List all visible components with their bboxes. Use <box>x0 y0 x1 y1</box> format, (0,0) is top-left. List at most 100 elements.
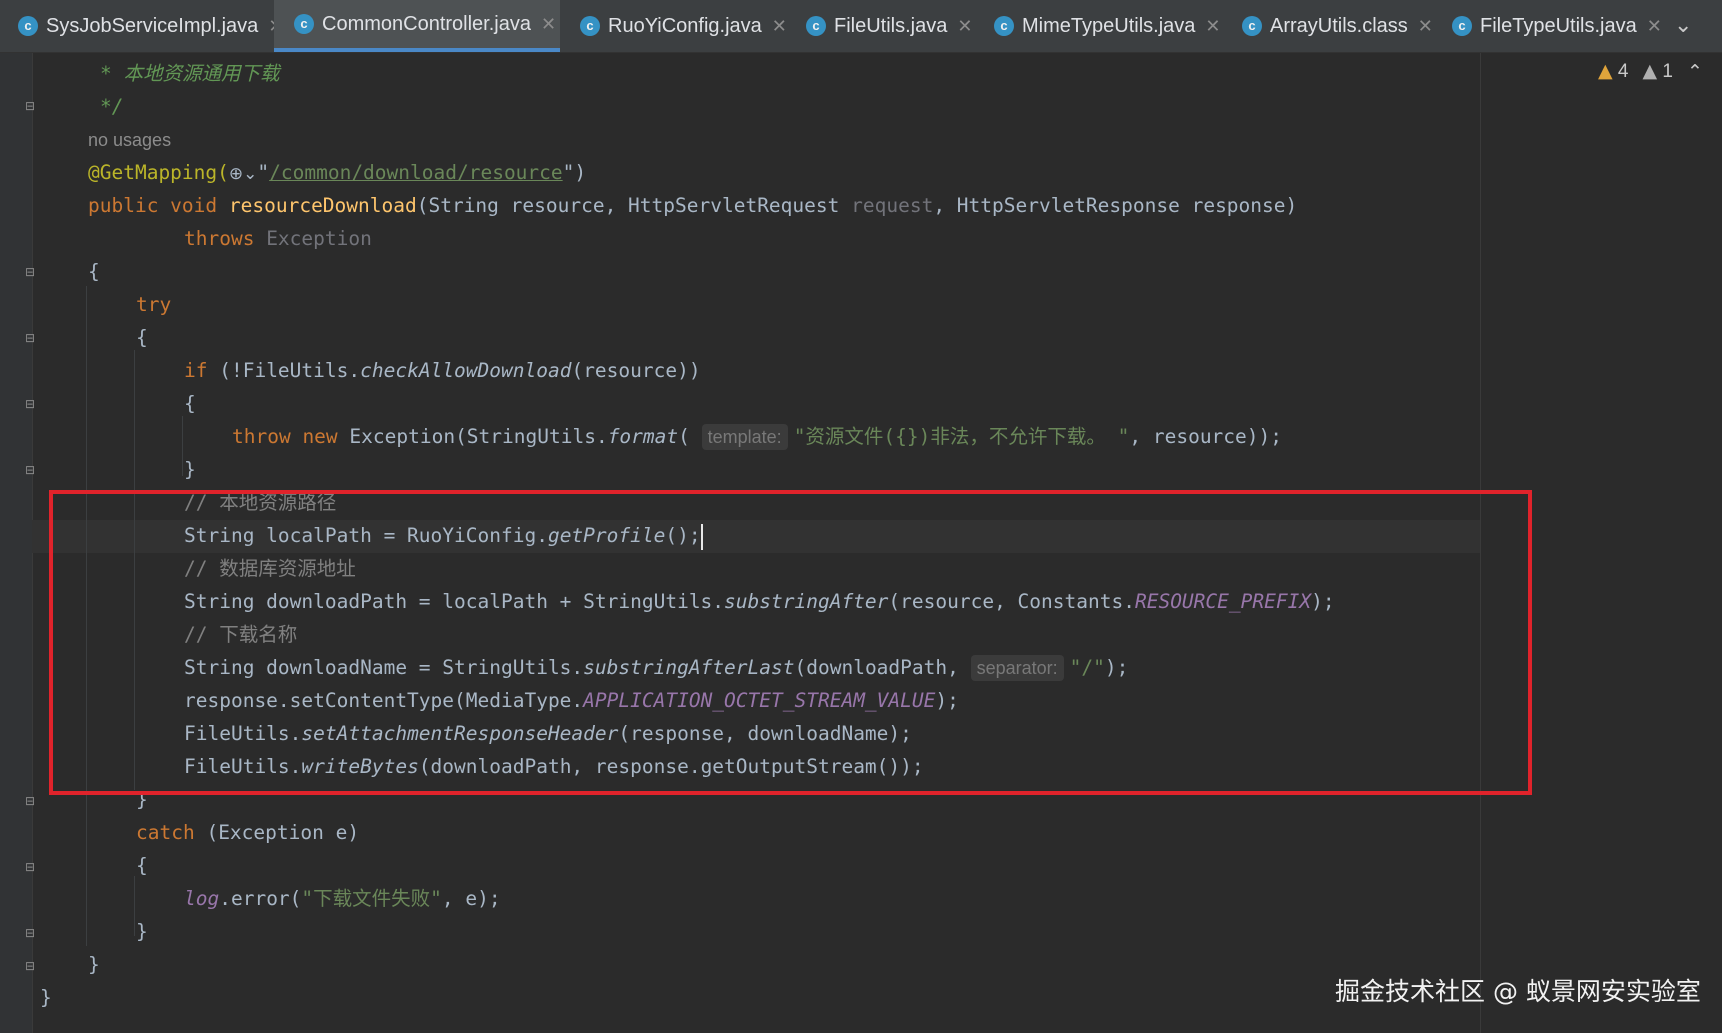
tab-label: FileTypeUtils.java <box>1480 14 1637 37</box>
code-text: (String resource, HttpServletRequest <box>416 194 852 217</box>
brace: } <box>184 458 196 481</box>
tab-ruoyiconfig[interactable]: c RuoYiConfig.java ✕ <box>580 0 787 52</box>
code-line[interactable]: } <box>40 981 52 1014</box>
keyword: if <box>184 359 220 382</box>
tab-sysjobserviceimpl[interactable]: c SysJobServiceImpl.java ✕ <box>18 0 283 52</box>
close-icon[interactable]: ✕ <box>1647 16 1662 37</box>
brace: { <box>136 326 148 349</box>
tab-label: SysJobServiceImpl.java <box>46 14 259 37</box>
code-line[interactable]: { <box>88 255 100 288</box>
code-text: , resource)); <box>1129 425 1282 448</box>
code-text: (!FileUtils. <box>219 359 361 382</box>
chevron-up-icon[interactable]: ⌃ <box>1687 61 1703 83</box>
watermark: 掘金技术社区 @ 蚁景网安实验室 <box>1335 977 1701 1006</box>
code-line[interactable]: { <box>184 387 196 420</box>
editor-gutter[interactable] <box>0 53 33 1033</box>
usages-hint[interactable]: no usages <box>88 123 171 156</box>
class-icon: c <box>994 16 1014 36</box>
brace: { <box>184 392 196 415</box>
method-call: format <box>607 425 679 448</box>
code-line[interactable]: } <box>184 453 196 486</box>
fold-icon[interactable]: ⊟ <box>24 99 36 113</box>
fold-icon[interactable]: ⊟ <box>24 860 36 874</box>
highlight-box <box>49 490 1532 795</box>
code-line[interactable]: throw new Exception(StringUtils.format( … <box>232 420 1282 453</box>
tab-fileutils[interactable]: c FileUtils.java ✕ <box>806 0 972 52</box>
code-text: Exception <box>266 227 372 250</box>
code-line[interactable]: { <box>136 321 148 354</box>
fold-icon[interactable]: ⊟ <box>24 926 36 940</box>
fold-icon[interactable]: ⊟ <box>24 959 36 973</box>
fold-icon[interactable]: ⊟ <box>24 397 36 411</box>
string-literal: "下载文件失败" <box>301 887 442 910</box>
chevron-down-icon[interactable]: ⌄ <box>1674 12 1692 38</box>
annotation: @GetMapping( <box>88 161 229 184</box>
fold-icon[interactable]: ⊟ <box>24 265 36 279</box>
class-icon: c <box>294 14 314 34</box>
string-literal: "资源文件({})非法，不允许下载。 " <box>793 425 1130 448</box>
class-icon: c <box>1242 16 1262 36</box>
code-text: Exception(StringUtils. <box>349 425 608 448</box>
globe-icon[interactable]: ⊕⌄ <box>229 164 258 184</box>
class-icon: c <box>580 16 600 36</box>
keyword: throws <box>184 227 267 250</box>
fold-icon[interactable]: ⊟ <box>24 463 36 477</box>
fold-icon[interactable]: ⊟ <box>24 331 36 345</box>
code-line[interactable]: throws Exception <box>184 222 372 255</box>
tab-arrayutils[interactable]: c ArrayUtils.class ✕ <box>1242 0 1433 52</box>
warning-icon: ▲ <box>1598 60 1613 82</box>
parameter-hint: template: <box>701 424 788 450</box>
indent-guide <box>134 876 135 936</box>
class-icon: c <box>806 16 826 36</box>
close-icon[interactable]: ✕ <box>1205 16 1220 37</box>
code-text: .error( <box>219 887 302 910</box>
tab-label: MimeTypeUtils.java <box>1022 14 1196 37</box>
tab-label: FileUtils.java <box>834 14 948 37</box>
code-text: (Exception e) <box>206 821 360 844</box>
close-icon[interactable]: ✕ <box>772 16 787 37</box>
tab-label: CommonController.java <box>322 12 531 35</box>
code-line[interactable]: @GetMapping(⊕⌄"/common/download/resource… <box>88 156 586 189</box>
code-line[interactable]: */ <box>100 90 123 123</box>
keyword: try <box>136 293 172 316</box>
weak-warning-count: 1 <box>1662 61 1673 82</box>
code-line[interactable]: try <box>136 288 171 321</box>
code-text: , e); <box>441 887 501 910</box>
brace: } <box>88 953 100 976</box>
close-icon[interactable]: ✕ <box>541 14 556 35</box>
weak-warning-icon: ▲ <box>1642 60 1658 82</box>
brace: { <box>136 854 148 877</box>
usages-label: no usages <box>88 130 172 150</box>
tab-mimetypeutils[interactable]: c MimeTypeUtils.java ✕ <box>994 0 1220 52</box>
method-name: resourceDownload <box>228 194 417 217</box>
doc-comment: */ <box>100 95 124 118</box>
class-icon: c <box>1452 16 1472 36</box>
keyword: throw new <box>232 425 350 448</box>
tab-filetypeutils[interactable]: c FileTypeUtils.java ✕ <box>1452 0 1662 52</box>
code-text: , HttpServletResponse response) <box>933 194 1298 217</box>
code-line[interactable]: public void resourceDownload(String reso… <box>88 189 1297 222</box>
tab-label: ArrayUtils.class <box>1270 14 1408 37</box>
brace: } <box>40 986 52 1009</box>
warning-count: 4 <box>1617 61 1629 82</box>
tab-label: RuoYiConfig.java <box>608 14 762 37</box>
inspection-widget[interactable]: ▲ 4 ▲ 1 ⌃ <box>1598 60 1703 83</box>
close-icon[interactable]: ✕ <box>1418 16 1433 37</box>
code-text: ( <box>678 425 690 448</box>
doc-comment: * 本地资源通用下载 <box>100 62 280 85</box>
fold-icon[interactable]: ⊟ <box>24 794 36 808</box>
unused-param: request <box>851 194 934 217</box>
indent-guide <box>182 416 183 476</box>
tab-commoncontroller[interactable]: c CommonController.java ✕ <box>274 0 560 52</box>
code-line[interactable]: } <box>88 948 100 981</box>
code-line[interactable]: catch (Exception e) <box>136 816 359 849</box>
class-icon: c <box>18 16 38 36</box>
close-icon[interactable]: ✕ <box>957 16 972 37</box>
code-line[interactable]: * 本地资源通用下载 <box>100 57 279 90</box>
code-line[interactable]: if (!FileUtils.checkAllowDownload(resour… <box>184 354 701 387</box>
code-line[interactable]: log.error("下载文件失败", e); <box>184 882 501 915</box>
brace: { <box>88 260 100 283</box>
code-line[interactable]: { <box>136 849 148 882</box>
mapping-url[interactable]: /common/download/resource <box>269 161 563 184</box>
code-line[interactable]: } <box>136 915 148 948</box>
